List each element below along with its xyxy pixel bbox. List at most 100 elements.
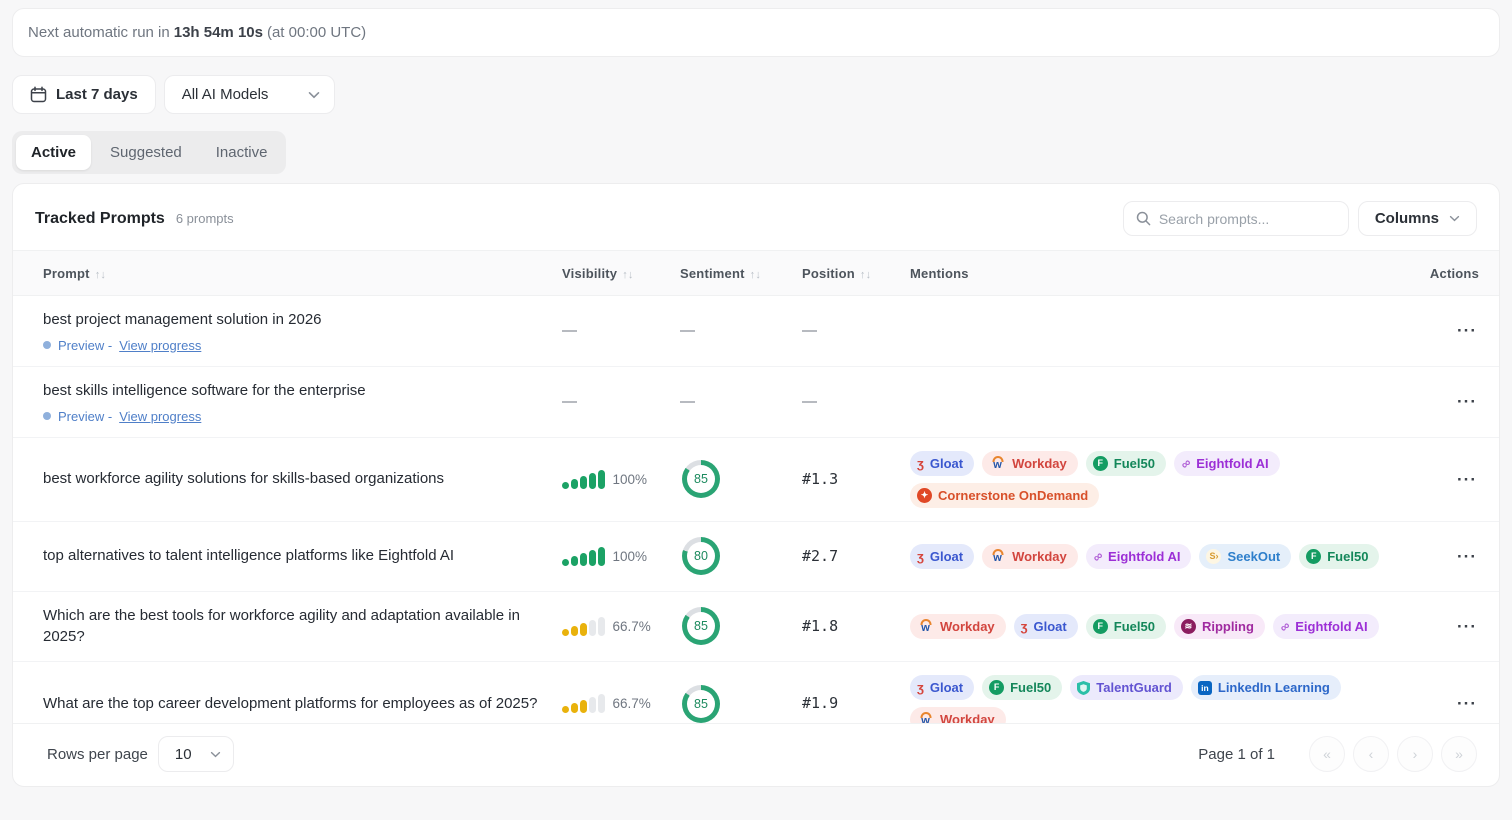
visibility-indicator: 100%: [562, 547, 680, 566]
visibility-indicator: 66.7%: [562, 617, 680, 636]
mention-badge-fuel50[interactable]: FFuel50: [1299, 544, 1379, 569]
tab-active[interactable]: Active: [16, 135, 91, 170]
mention-badge-rippling[interactable]: ≋Rippling: [1174, 614, 1265, 639]
column-header-prompt[interactable]: Prompt↑↓: [43, 266, 562, 281]
tab-suggested[interactable]: Suggested: [95, 135, 197, 170]
prompt-text: top alternatives to talent intelligence …: [43, 545, 546, 567]
position-cell: —: [802, 322, 910, 340]
rows-per-page-select[interactable]: 10: [158, 736, 234, 772]
rippling-icon: ≋: [1181, 619, 1196, 634]
next-run-countdown: 13h 54m 10s: [174, 24, 263, 41]
next-run-suffix: (at 00:00 UTC): [267, 24, 366, 41]
gloat-icon: ʒ: [917, 457, 924, 470]
mentions-list: ʒGloat FFuel50 TalentGuard in LinkedIn Learn…: [910, 675, 1423, 723]
mention-badge-workday[interactable]: wWorkday: [982, 544, 1078, 569]
mention-badge-workday[interactable]: wWorkday: [910, 614, 1006, 639]
mention-badge-fuel50[interactable]: F Fuel50: [1086, 451, 1166, 476]
fuel50-icon: F: [1093, 456, 1108, 471]
mention-badge-eightfold[interactable]: ∞Eightfold AI: [1174, 451, 1280, 476]
position-value: #2.7: [802, 547, 838, 565]
visibility-cell: —: [562, 393, 680, 411]
visibility-indicator: 100%: [562, 470, 680, 489]
sort-icon: ↑↓: [622, 269, 633, 281]
visibility-percent: 100%: [613, 472, 648, 487]
visibility-percent: 100%: [613, 549, 648, 564]
column-header-visibility[interactable]: Visibility↑↓: [562, 266, 680, 281]
mention-badge-workday[interactable]: wWorkday: [982, 451, 1078, 476]
visibility-cell: 100%: [562, 547, 680, 566]
column-header-sentiment[interactable]: Sentiment↑↓: [680, 266, 802, 281]
actions-cell: ···: [1423, 614, 1479, 639]
mention-label: Workday: [940, 712, 995, 723]
preview-status: Preview -View progress: [43, 409, 546, 424]
mentions-cell: ʒGloat FFuel50 TalentGuard in LinkedIn Learn…: [910, 675, 1423, 723]
sentiment-ring: 80: [682, 537, 720, 575]
mention-badge-talentguard[interactable]: TalentGuard: [1070, 675, 1183, 700]
mention-label: Gloat: [930, 549, 963, 564]
table-row: best skills intelligence software for th…: [13, 367, 1499, 438]
cornerstone-icon: ✦: [917, 488, 932, 503]
date-range-button[interactable]: Last 7 days: [12, 75, 156, 114]
ai-models-select[interactable]: All AI Models: [164, 75, 336, 114]
prompt-cell: Which are the best tools for workforce a…: [43, 605, 562, 649]
prev-page-button[interactable]: ‹: [1353, 736, 1389, 772]
row-actions-button[interactable]: ···: [1455, 318, 1479, 343]
empty-value: —: [562, 393, 577, 410]
view-progress-link[interactable]: View progress: [119, 338, 201, 353]
mention-badge-eightfold[interactable]: ∞Eightfold AI: [1273, 614, 1379, 639]
next-page-button[interactable]: ›: [1397, 736, 1433, 772]
fuel50-icon: F: [1093, 619, 1108, 634]
chevron-down-icon: [210, 751, 221, 758]
seekout-icon: S›: [1206, 549, 1221, 564]
eightfold-icon: ∞: [1181, 456, 1190, 471]
mention-badge-eightfold[interactable]: ∞Eightfold AI: [1086, 544, 1192, 569]
mention-label: Fuel50: [1114, 456, 1155, 471]
first-page-button[interactable]: «: [1309, 736, 1345, 772]
mention-badge-fuel50[interactable]: FFuel50: [1086, 614, 1166, 639]
preview-status: Preview -View progress: [43, 338, 546, 353]
row-actions-button[interactable]: ···: [1455, 389, 1479, 414]
row-actions-button[interactable]: ···: [1455, 614, 1479, 639]
visibility-percent: 66.7%: [613, 696, 651, 711]
mention-badge-fuel50[interactable]: FFuel50: [982, 675, 1062, 700]
view-progress-link[interactable]: View progress: [119, 409, 201, 424]
search-icon: [1136, 211, 1151, 226]
mention-badge-linkedin[interactable]: in LinkedIn Learning: [1191, 675, 1341, 700]
mention-badge-gloat[interactable]: ʒGloat: [910, 451, 974, 476]
table-count-badge: 6 prompts: [176, 211, 234, 226]
mention-badge-seekout[interactable]: S› SeekOut: [1199, 544, 1291, 569]
status-tabs: ActiveSuggestedInactive: [12, 131, 286, 174]
last-page-button[interactable]: »: [1441, 736, 1477, 772]
columns-button[interactable]: Columns: [1358, 201, 1477, 236]
sentiment-cell: —: [680, 393, 802, 411]
position-value: #1.9: [802, 694, 838, 712]
actions-cell: ···: [1423, 544, 1479, 569]
sentiment-cell: 85: [680, 685, 802, 723]
visibility-cell: —: [562, 322, 680, 340]
prompt-text: best workforce agility solutions for ski…: [43, 468, 546, 490]
row-actions-button[interactable]: ···: [1455, 544, 1479, 569]
mention-label: SeekOut: [1227, 549, 1280, 564]
linkedin-icon: in: [1198, 681, 1212, 695]
row-actions-button[interactable]: ···: [1455, 467, 1479, 492]
mentions-list: wWorkday ʒGloat FFuel50 ≋Rippling ∞Eightfold…: [910, 614, 1423, 639]
tab-inactive[interactable]: Inactive: [201, 135, 283, 170]
mention-badge-gloat[interactable]: ʒGloat: [910, 544, 974, 569]
mentions-cell: wWorkday ʒGloat FFuel50 ≋Rippling ∞Eightfold…: [910, 614, 1423, 639]
prompt-cell: best workforce agility solutions for ski…: [43, 468, 562, 490]
talentguard-icon: [1077, 681, 1090, 695]
search-box[interactable]: [1123, 201, 1349, 236]
workday-icon: w: [917, 619, 934, 634]
column-header-position[interactable]: Position↑↓: [802, 266, 910, 281]
mention-label: LinkedIn Learning: [1218, 680, 1330, 695]
eightfold-icon: ∞: [1280, 619, 1289, 634]
mention-badge-gloat[interactable]: ʒGloat: [910, 675, 974, 700]
search-input[interactable]: [1159, 211, 1336, 227]
mention-badge-workday[interactable]: wWorkday: [910, 707, 1006, 723]
row-actions-button[interactable]: ···: [1455, 691, 1479, 716]
mention-badge-gloat[interactable]: ʒGloat: [1014, 614, 1078, 639]
signal-bars-icon: [562, 617, 605, 636]
mention-label: Gloat: [930, 680, 963, 695]
mention-badge-cornerstone[interactable]: ✦Cornerstone OnDemand: [910, 483, 1099, 508]
eightfold-icon: ∞: [1093, 549, 1102, 564]
